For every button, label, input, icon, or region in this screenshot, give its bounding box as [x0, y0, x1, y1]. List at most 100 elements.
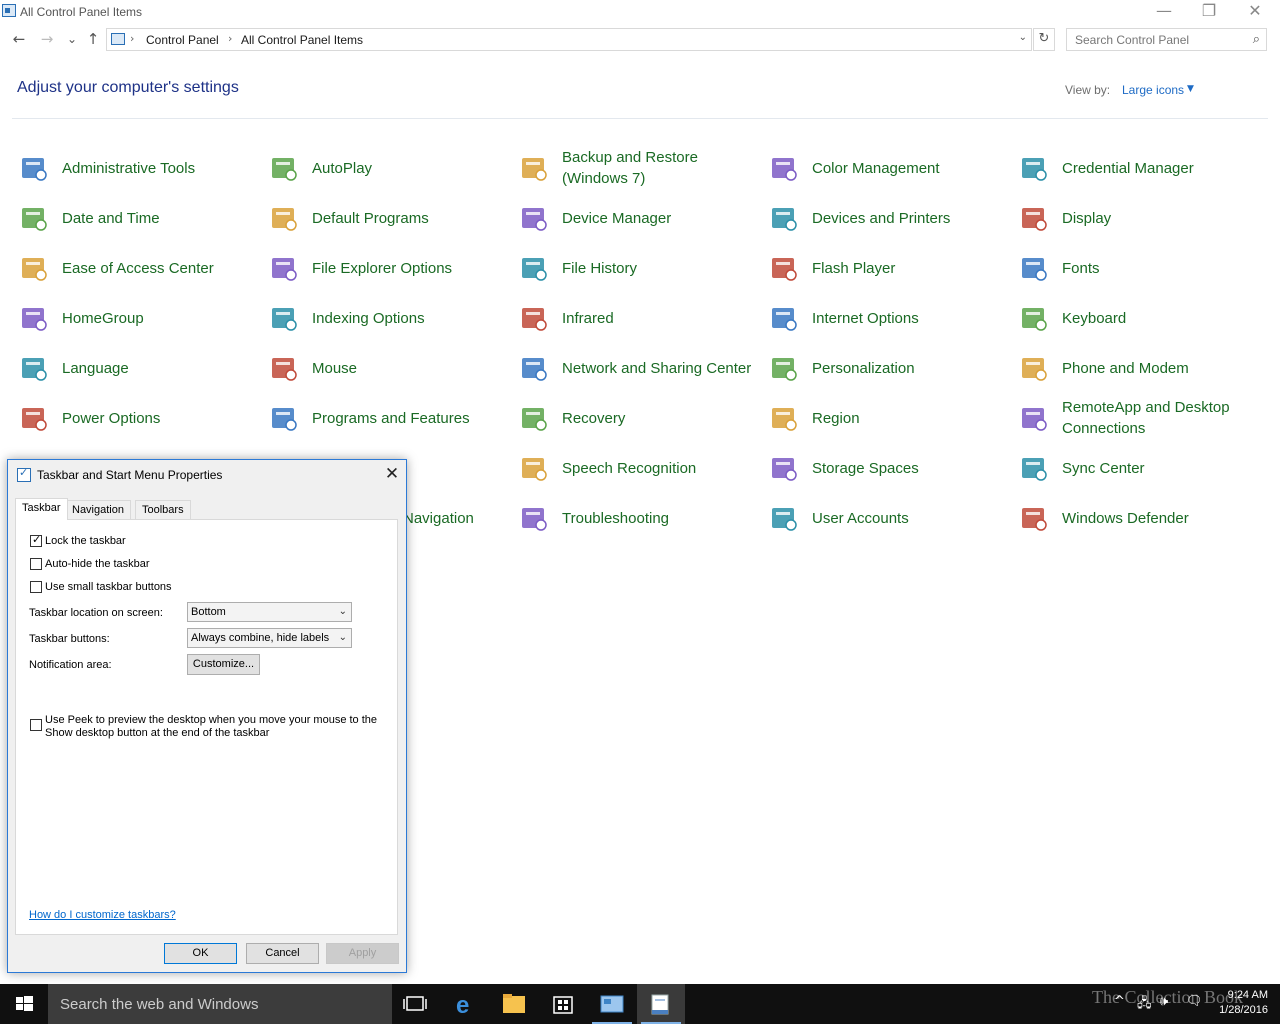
- up-button[interactable]: ↑: [82, 28, 104, 50]
- cp-item-keyboard[interactable]: Keyboard: [1017, 296, 1257, 340]
- edge-button[interactable]: e: [441, 984, 489, 1024]
- auto-hide-checkbox[interactable]: [30, 558, 42, 570]
- cp-item-default-programs[interactable]: Default Programs: [267, 196, 507, 240]
- cp-item-region[interactable]: Region: [767, 396, 1007, 440]
- control-panel-taskbar-button[interactable]: [588, 984, 636, 1024]
- cp-item-network-and-sharing-center[interactable]: Network and Sharing Center: [517, 346, 757, 390]
- cp-item-internet-options[interactable]: Internet Options: [767, 296, 1007, 340]
- clock[interactable]: 9:24 AM 1/28/2016: [1208, 988, 1268, 1018]
- lock-taskbar-checkbox[interactable]: [30, 533, 42, 547]
- search-box[interactable]: ⌕: [1066, 28, 1267, 51]
- view-by-arrow-icon[interactable]: ▼: [1187, 84, 1194, 94]
- chevron-down-icon[interactable]: ⌄: [1019, 32, 1027, 43]
- cp-item-label: Device Manager: [562, 209, 672, 227]
- ok-button[interactable]: OK: [164, 943, 237, 964]
- help-link[interactable]: How do I customize taskbars?: [29, 909, 176, 921]
- restore-button[interactable]: ❐: [1186, 0, 1232, 24]
- cp-item-language[interactable]: Language: [17, 346, 257, 390]
- small-buttons-label[interactable]: Use small taskbar buttons: [45, 581, 172, 593]
- cp-item-sync-center[interactable]: Sync Center: [1017, 446, 1257, 490]
- cp-item-remoteapp-and-desktop-connections[interactable]: RemoteApp and Desktop Connections: [1017, 396, 1257, 440]
- minimize-button[interactable]: —: [1141, 0, 1187, 24]
- personalization-icon: [772, 358, 797, 381]
- network-and-sharing-center-icon: [522, 358, 547, 381]
- store-icon: [553, 996, 573, 1014]
- dialog-close-button[interactable]: ✕: [380, 463, 404, 485]
- peek-checkbox[interactable]: [30, 719, 42, 731]
- cp-item-administrative-tools[interactable]: Administrative Tools: [17, 146, 257, 190]
- refresh-button[interactable]: ↻: [1033, 28, 1055, 51]
- cp-item-color-management[interactable]: Color Management: [767, 146, 1007, 190]
- action-center-icon[interactable]: 🗨: [1186, 994, 1203, 1009]
- windows-taskbar: Search the web and Windows e The Collect…: [0, 984, 1280, 1024]
- cp-item-mouse[interactable]: Mouse: [267, 346, 507, 390]
- show-hidden-icons-icon[interactable]: ^: [1114, 994, 1125, 1009]
- apply-button[interactable]: Apply: [326, 943, 399, 964]
- cp-item-indexing-options[interactable]: Indexing Options: [267, 296, 507, 340]
- cp-item-devices-and-printers[interactable]: Devices and Printers: [767, 196, 1007, 240]
- cp-item-label: Language: [62, 359, 129, 377]
- recent-locations-button[interactable]: ⌄: [61, 28, 83, 50]
- auto-hide-label[interactable]: Auto-hide the taskbar: [45, 558, 150, 570]
- cp-item-label: Credential Manager: [1062, 159, 1194, 177]
- cp-item-programs-and-features[interactable]: Programs and Features: [267, 396, 507, 440]
- cp-item-troubleshooting[interactable]: Troubleshooting: [517, 496, 757, 540]
- cp-item-infrared[interactable]: Infrared: [517, 296, 757, 340]
- cp-item-power-options[interactable]: Power Options: [17, 396, 257, 440]
- peek-label-line2[interactable]: Show desktop button at the end of the ta…: [45, 727, 269, 739]
- taskbar-properties-taskbar-button[interactable]: [637, 984, 685, 1024]
- cp-item-phone-and-modem[interactable]: Phone and Modem: [1017, 346, 1257, 390]
- tab-navigation[interactable]: Navigation: [65, 500, 131, 520]
- back-button[interactable]: ←: [8, 28, 30, 50]
- cp-item-user-accounts[interactable]: User Accounts: [767, 496, 1007, 540]
- cp-item-windows-defender[interactable]: Windows Defender: [1017, 496, 1257, 540]
- cp-item-autoplay[interactable]: AutoPlay: [267, 146, 507, 190]
- address-box[interactable]: › Control Panel › All Control Panel Item…: [106, 28, 1032, 51]
- cp-item-label: Flash Player: [812, 259, 896, 277]
- cp-item-personalization[interactable]: Personalization: [767, 346, 1007, 390]
- file-explorer-button[interactable]: [490, 984, 538, 1024]
- cp-item-ease-of-access-center[interactable]: Ease of Access Center: [17, 246, 257, 290]
- taskbar-search-box[interactable]: Search the web and Windows: [48, 984, 392, 1024]
- mouse-icon: [272, 358, 297, 381]
- cp-item-file-history[interactable]: File History: [517, 246, 757, 290]
- customize-button[interactable]: Customize...: [187, 654, 260, 675]
- cp-item-speech-recognition[interactable]: Speech Recognition: [517, 446, 757, 490]
- volume-icon[interactable]: 🕪: [1160, 994, 1168, 1009]
- cp-item-date-and-time[interactable]: Date and Time: [17, 196, 257, 240]
- breadcrumb-all-items[interactable]: All Control Panel Items: [241, 33, 363, 47]
- task-view-button[interactable]: [392, 984, 440, 1024]
- cp-item-homegroup[interactable]: HomeGroup: [17, 296, 257, 340]
- cp-item-credential-manager[interactable]: Credential Manager: [1017, 146, 1257, 190]
- cp-item-device-manager[interactable]: Device Manager: [517, 196, 757, 240]
- device-manager-icon: [522, 208, 547, 231]
- store-button[interactable]: [539, 984, 587, 1024]
- network-icon[interactable]: 🖧: [1137, 994, 1152, 1016]
- cp-item-label: Programs and Features: [312, 409, 470, 427]
- cp-item-backup-and-restore-windows-7[interactable]: Backup and Restore (Windows 7): [517, 146, 757, 190]
- view-by-dropdown[interactable]: Large icons: [1122, 83, 1184, 97]
- cp-item-storage-spaces[interactable]: Storage Spaces: [767, 446, 1007, 490]
- cp-item-file-explorer-options[interactable]: File Explorer Options: [267, 246, 507, 290]
- lock-taskbar-label[interactable]: Lock the taskbar: [45, 535, 126, 547]
- cp-item-fonts[interactable]: Fonts: [1017, 246, 1257, 290]
- cp-item-flash-player[interactable]: Flash Player: [767, 246, 1007, 290]
- breadcrumb-control-panel[interactable]: Control Panel: [146, 33, 219, 47]
- close-button[interactable]: ✕: [1232, 0, 1278, 24]
- tab-taskbar[interactable]: Taskbar: [15, 498, 68, 520]
- start-button[interactable]: [0, 984, 48, 1024]
- cancel-button[interactable]: Cancel: [246, 943, 319, 964]
- speech-recognition-icon: [522, 458, 547, 481]
- cp-item-recovery[interactable]: Recovery: [517, 396, 757, 440]
- taskbar-buttons-select[interactable]: Always combine, hide labels ⌄: [187, 628, 352, 648]
- search-input[interactable]: [1067, 29, 1242, 50]
- taskbar-buttons-value: Always combine, hide labels: [191, 632, 330, 644]
- search-icon[interactable]: ⌕: [1253, 32, 1260, 47]
- forward-button[interactable]: →: [36, 28, 58, 50]
- tab-toolbars[interactable]: Toolbars: [135, 500, 191, 520]
- peek-label-line1[interactable]: Use Peek to preview the desktop when you…: [45, 714, 377, 726]
- cp-item-display[interactable]: Display: [1017, 196, 1257, 240]
- small-buttons-checkbox[interactable]: [30, 581, 42, 593]
- taskbar-location-select[interactable]: Bottom ⌄: [187, 602, 352, 622]
- breadcrumb-separator: ›: [228, 32, 233, 45]
